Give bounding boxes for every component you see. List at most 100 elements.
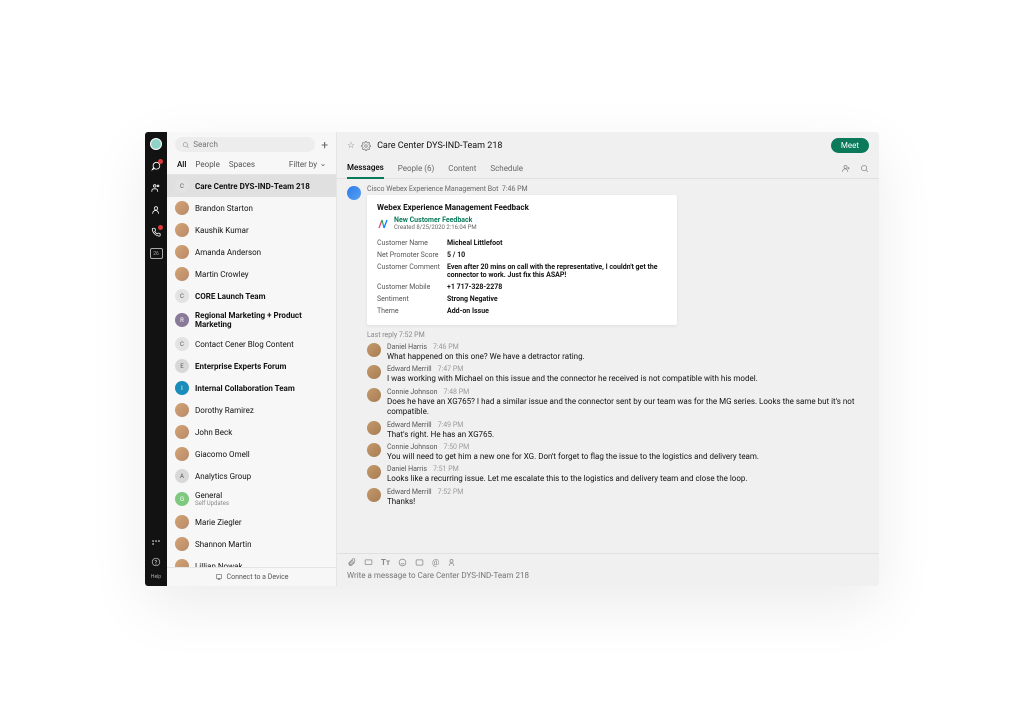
- space-avatar: [175, 245, 189, 259]
- message-row: Edward Merrill7:49 PMThat's right. He ha…: [367, 421, 869, 440]
- message-time: 7:47 PM: [438, 365, 464, 373]
- tab-messages[interactable]: Messages: [347, 159, 384, 179]
- sidebar-item[interactable]: A Analytics Group: [167, 465, 336, 487]
- add-people-icon[interactable]: [841, 164, 850, 173]
- bot-avatar: [347, 186, 361, 200]
- text-format-icon[interactable]: Tт: [381, 558, 390, 567]
- space-name: Martin Crowley: [195, 270, 249, 279]
- tab-schedule[interactable]: Schedule: [490, 160, 523, 178]
- space-name: Brandon Starton: [195, 204, 253, 213]
- message-text: Thanks!: [387, 497, 463, 507]
- space-avatar: [175, 425, 189, 439]
- tab-spaces[interactable]: Spaces: [229, 160, 255, 169]
- meet-button[interactable]: Meet: [831, 138, 869, 153]
- connect-device-button[interactable]: Connect to a Device: [167, 567, 336, 586]
- screen-capture-icon[interactable]: [364, 558, 373, 567]
- teams-icon[interactable]: [150, 182, 162, 194]
- favorite-button[interactable]: ☆: [347, 141, 355, 151]
- sidebar-item[interactable]: Dorothy Ramirez: [167, 399, 336, 421]
- sidebar-item[interactable]: CCare Centre DYS-IND-Team 218: [167, 175, 336, 197]
- sidebar-item[interactable]: Amanda Anderson: [167, 241, 336, 263]
- sidebar-item[interactable]: Giacomo Omell: [167, 443, 336, 465]
- tab-content[interactable]: Content: [448, 160, 476, 178]
- contacts-icon[interactable]: [150, 204, 162, 216]
- tab-all[interactable]: All: [177, 160, 186, 169]
- card-field: SentimentStrong Negative: [377, 293, 667, 305]
- message-row: Connie Johnson7:50 PMYou will need to ge…: [367, 443, 869, 462]
- space-title: Care Center DYS-IND-Team 218: [377, 141, 825, 151]
- sidebar-filter-tabs: All People Spaces Filter by: [167, 157, 336, 175]
- wxm-logo-icon: [377, 218, 389, 230]
- sidebar-item[interactable]: EEnterprise Experts Forum: [167, 355, 336, 377]
- sidebar-item[interactable]: IInternal Collaboration Team: [167, 377, 336, 399]
- search-input[interactable]: [193, 140, 308, 149]
- search-in-space-icon[interactable]: [860, 164, 869, 173]
- card-field: Net Promoter Score5 / 10: [377, 249, 667, 261]
- space-name: Regional Marketing + Product Marketing: [195, 311, 328, 329]
- message-row: Edward Merrill7:47 PMI was working with …: [367, 365, 869, 384]
- space-avatar: C: [175, 289, 189, 303]
- calls-badge: [158, 225, 163, 230]
- bot-message: Cisco Webex Experience Management Bot 7:…: [347, 185, 869, 325]
- message-avatar: [367, 388, 381, 402]
- card-field-label: Net Promoter Score: [377, 251, 447, 259]
- sidebar-item[interactable]: CContact Cener Blog Content: [167, 333, 336, 355]
- sidebar-item[interactable]: GGeneralSelf Updates: [167, 487, 336, 511]
- last-reply-label: Last reply 7:52 PM: [367, 331, 869, 339]
- composer-toolbar: Tт @: [337, 553, 879, 569]
- space-name: John Beck: [195, 428, 232, 437]
- message-text: Looks like a recurring issue. Let me esc…: [387, 474, 748, 484]
- card-field: ThemeAdd-on Issue: [377, 305, 667, 317]
- emoji-icon[interactable]: [398, 558, 407, 567]
- calls-icon[interactable]: [150, 226, 162, 238]
- bot-header: Cisco Webex Experience Management Bot 7:…: [367, 185, 869, 193]
- space-avatar: [175, 267, 189, 281]
- sidebar-item[interactable]: Kaushik Kumar: [167, 219, 336, 241]
- message-text: Does he have an XG765? I had a similar i…: [387, 397, 869, 418]
- unread-badge: [158, 159, 163, 164]
- user-avatar[interactable]: [150, 138, 162, 150]
- space-list: CCare Centre DYS-IND-Team 218 Brandon Sta…: [167, 175, 336, 567]
- sidebar: + All People Spaces Filter by CCare Cent…: [167, 132, 337, 586]
- add-button[interactable]: +: [321, 138, 328, 152]
- settings-button[interactable]: [361, 141, 371, 151]
- filter-by-button[interactable]: Filter by: [289, 160, 326, 169]
- message-avatar: [367, 488, 381, 502]
- bitmoji-icon[interactable]: [447, 558, 456, 567]
- message-avatar: [367, 421, 381, 435]
- message-time: 7:50 PM: [443, 443, 469, 451]
- space-avatar: A: [175, 469, 189, 483]
- main-panel: ☆ Care Center DYS-IND-Team 218 Meet Mess…: [337, 132, 879, 586]
- help-icon[interactable]: [150, 556, 162, 568]
- message-input[interactable]: [347, 571, 869, 580]
- tab-people-count[interactable]: People (6): [398, 160, 434, 178]
- attach-icon[interactable]: [347, 558, 356, 567]
- sidebar-item[interactable]: Lillian Nowak: [167, 555, 336, 567]
- sidebar-item[interactable]: RRegional Marketing + Product Marketing: [167, 307, 336, 333]
- sidebar-item[interactable]: Martin Crowley: [167, 263, 336, 285]
- space-name: Giacomo Omell: [195, 450, 250, 459]
- sidebar-item[interactable]: Shannon Martin: [167, 533, 336, 555]
- space-avatar: C: [175, 337, 189, 351]
- tab-people[interactable]: People: [195, 160, 219, 169]
- sidebar-item[interactable]: John Beck: [167, 421, 336, 443]
- mention-icon[interactable]: @: [432, 558, 439, 567]
- message-author: Edward Merrill: [387, 488, 432, 496]
- message-author: Daniel Harris: [387, 465, 427, 473]
- sidebar-item[interactable]: Marie Ziegler: [167, 511, 336, 533]
- search-box[interactable]: [175, 137, 315, 152]
- space-avatar: [175, 559, 189, 567]
- space-name: Analytics Group: [195, 472, 251, 481]
- chat-icon[interactable]: [150, 160, 162, 172]
- space-avatar: [175, 201, 189, 215]
- calendar-icon[interactable]: 26: [150, 248, 163, 259]
- feedback-card: Webex Experience Management Feedback New…: [367, 195, 677, 325]
- space-avatar: [175, 403, 189, 417]
- message-time: 7:49 PM: [438, 421, 464, 429]
- space-name: Internal Collaboration Team: [195, 384, 295, 393]
- sidebar-item[interactable]: Brandon Starton: [167, 197, 336, 219]
- apps-icon[interactable]: [150, 538, 162, 550]
- sidebar-item[interactable]: CCORE Launch Team: [167, 285, 336, 307]
- gif-icon[interactable]: [415, 558, 424, 567]
- card-field-label: Customer Comment: [377, 263, 447, 279]
